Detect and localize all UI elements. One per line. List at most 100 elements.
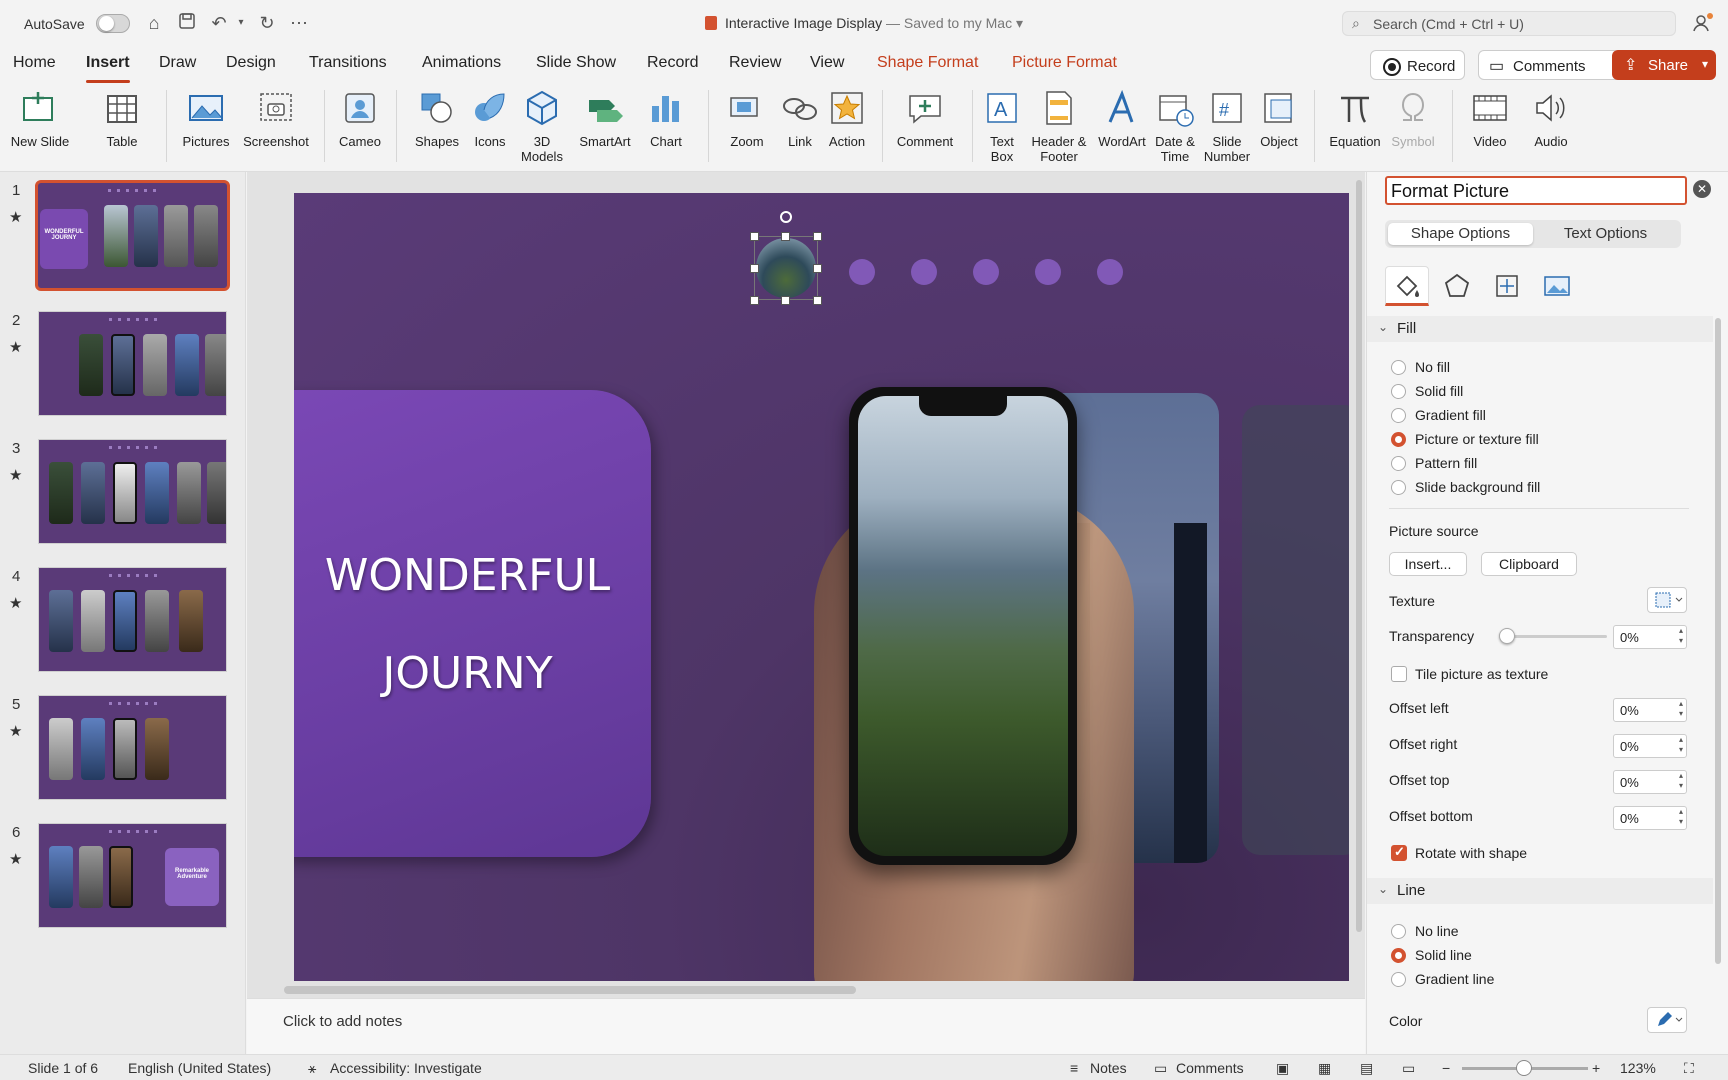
notes-pane[interactable]: Click to add notes	[247, 998, 1365, 1054]
offset-top-input[interactable]: 0%	[1613, 770, 1687, 794]
nav-dot[interactable]	[849, 259, 875, 285]
language-indicator[interactable]: English (United States)	[128, 1060, 271, 1076]
shape-options-tab[interactable]: Shape Options	[1388, 223, 1533, 245]
comment-button[interactable]: Comment	[892, 88, 958, 149]
tab-record[interactable]: Record	[647, 54, 699, 72]
reading-view-icon[interactable]: ▤	[1360, 1060, 1373, 1077]
zoom-in-icon[interactable]: +	[1592, 1060, 1600, 1076]
zoom-out-icon[interactable]: −	[1442, 1060, 1450, 1076]
tab-home[interactable]: Home	[13, 54, 56, 72]
rotate-handle-icon[interactable]	[780, 211, 792, 223]
phone-mockup[interactable]	[849, 387, 1077, 865]
resize-handle[interactable]	[813, 232, 822, 241]
insert-picture-button[interactable]: Insert...	[1389, 552, 1467, 576]
icons-button[interactable]: Icons	[468, 88, 512, 149]
radio-button-selected[interactable]	[1391, 432, 1406, 447]
slide-thumbnail-6[interactable]: Remarkable Adventure	[38, 823, 227, 928]
offset-left-input[interactable]: 0%	[1613, 698, 1687, 722]
more-icon[interactable]: ⋯	[288, 12, 310, 34]
radio-button[interactable]	[1391, 456, 1406, 471]
offset-right-input[interactable]: 0%	[1613, 734, 1687, 758]
horizontal-scrollbar[interactable]	[284, 986, 856, 994]
smartart-button[interactable]: SmartArt	[572, 88, 638, 149]
panel-scrollbar[interactable]	[1715, 318, 1721, 964]
transparency-input[interactable]: 0%	[1613, 625, 1687, 649]
tab-picture-format[interactable]: Picture Format	[1012, 54, 1117, 72]
close-icon[interactable]: ✕	[1693, 180, 1711, 198]
radio-button[interactable]	[1391, 408, 1406, 423]
slide-canvas[interactable]: WONDERFUL JOURNY	[294, 193, 1349, 981]
resize-handle[interactable]	[781, 296, 790, 305]
fill-line-tab[interactable]	[1385, 266, 1429, 306]
zoom-button[interactable]: Zoom	[720, 88, 774, 149]
tab-review[interactable]: Review	[729, 54, 781, 72]
home-icon[interactable]: ⌂	[143, 12, 165, 34]
chart-button[interactable]: Chart	[640, 88, 692, 149]
resize-handle[interactable]	[750, 264, 759, 273]
pictures-button[interactable]: Pictures	[178, 88, 234, 149]
line-section-header[interactable]: ⌄ Line	[1367, 878, 1713, 904]
record-button[interactable]: Record	[1370, 50, 1465, 80]
nav-dot[interactable]	[911, 259, 937, 285]
text-box-button[interactable]: A Text Box	[982, 88, 1022, 164]
radio-button[interactable]	[1391, 480, 1406, 495]
slide-thumbnail-5[interactable]	[38, 695, 227, 800]
fill-option-solid[interactable]: Solid fill	[1391, 383, 1463, 399]
normal-view-icon[interactable]: ▣	[1276, 1060, 1289, 1077]
save-icon[interactable]	[176, 12, 198, 34]
tab-slide-show[interactable]: Slide Show	[536, 54, 616, 72]
nav-dot[interactable]	[1097, 259, 1123, 285]
redo-icon[interactable]: ↻	[256, 12, 278, 34]
fit-to-window-icon[interactable]: ⛶	[1684, 1060, 1694, 1077]
tab-shape-format[interactable]: Shape Format	[877, 54, 978, 72]
resize-handle[interactable]	[750, 232, 759, 241]
slide-sorter-icon[interactable]: ▦	[1318, 1060, 1331, 1077]
wordart-button[interactable]: WordArt	[1094, 88, 1150, 149]
radio-button[interactable]	[1391, 384, 1406, 399]
resize-handle[interactable]	[813, 296, 822, 305]
effects-tab[interactable]	[1435, 266, 1479, 306]
tab-animations[interactable]: Animations	[422, 54, 501, 72]
action-button[interactable]: Action	[824, 88, 870, 149]
tab-insert[interactable]: Insert	[86, 54, 130, 83]
slide-number-button[interactable]: # Slide Number	[1202, 88, 1252, 164]
slideshow-icon[interactable]: ▭	[1402, 1060, 1415, 1077]
date-time-button[interactable]: Date & Time	[1152, 88, 1198, 164]
resize-handle[interactable]	[813, 264, 822, 273]
resize-handle[interactable]	[781, 232, 790, 241]
fill-option-slide-bg[interactable]: Slide background fill	[1391, 479, 1540, 495]
equation-button[interactable]: Equation	[1324, 88, 1386, 149]
clipboard-button[interactable]: Clipboard	[1481, 552, 1577, 576]
notes-button[interactable]: Notes	[1090, 1060, 1127, 1076]
shapes-button[interactable]: Shapes	[408, 88, 466, 149]
tile-picture-checkbox[interactable]	[1391, 666, 1407, 682]
header-footer-button[interactable]: Header & Footer	[1026, 88, 1092, 164]
background-image-card[interactable]	[1242, 405, 1349, 855]
people-icon[interactable]	[1692, 12, 1714, 34]
line-option-gradient[interactable]: Gradient line	[1391, 971, 1494, 987]
symbol-button[interactable]: Symbol	[1388, 88, 1438, 149]
fill-section-header[interactable]: ⌄ Fill	[1367, 316, 1713, 342]
slide-thumbnail-2[interactable]	[38, 311, 227, 416]
slide-thumbnail-1[interactable]: WONDERFUL JOURNY	[35, 180, 230, 291]
rotate-with-shape-checkbox[interactable]	[1391, 844, 1407, 861]
comments-button[interactable]: ▭ Comments	[1478, 50, 1620, 80]
tab-transitions[interactable]: Transitions	[309, 54, 387, 72]
undo-dropdown-icon[interactable]: ▾	[230, 12, 252, 34]
radio-button[interactable]	[1391, 972, 1406, 987]
fill-option-no-fill[interactable]: No fill	[1391, 359, 1450, 375]
tab-view[interactable]: View	[810, 54, 844, 72]
size-properties-tab[interactable]	[1485, 266, 1529, 306]
line-option-solid[interactable]: Solid line	[1391, 947, 1472, 963]
search-input[interactable]: ⌕ Search (Cmd + Ctrl + U)	[1342, 11, 1676, 36]
fill-option-pattern[interactable]: Pattern fill	[1391, 455, 1477, 471]
color-picker-button[interactable]	[1647, 1007, 1687, 1033]
table-button[interactable]: Table	[92, 88, 152, 149]
undo-icon[interactable]: ↶	[208, 12, 230, 34]
resize-handle[interactable]	[750, 296, 759, 305]
transparency-slider-handle[interactable]	[1499, 628, 1515, 644]
object-button[interactable]: Object	[1256, 88, 1302, 149]
texture-dropdown[interactable]	[1647, 587, 1687, 613]
slide-thumbnail-4[interactable]	[38, 567, 227, 672]
tab-draw[interactable]: Draw	[159, 54, 196, 72]
